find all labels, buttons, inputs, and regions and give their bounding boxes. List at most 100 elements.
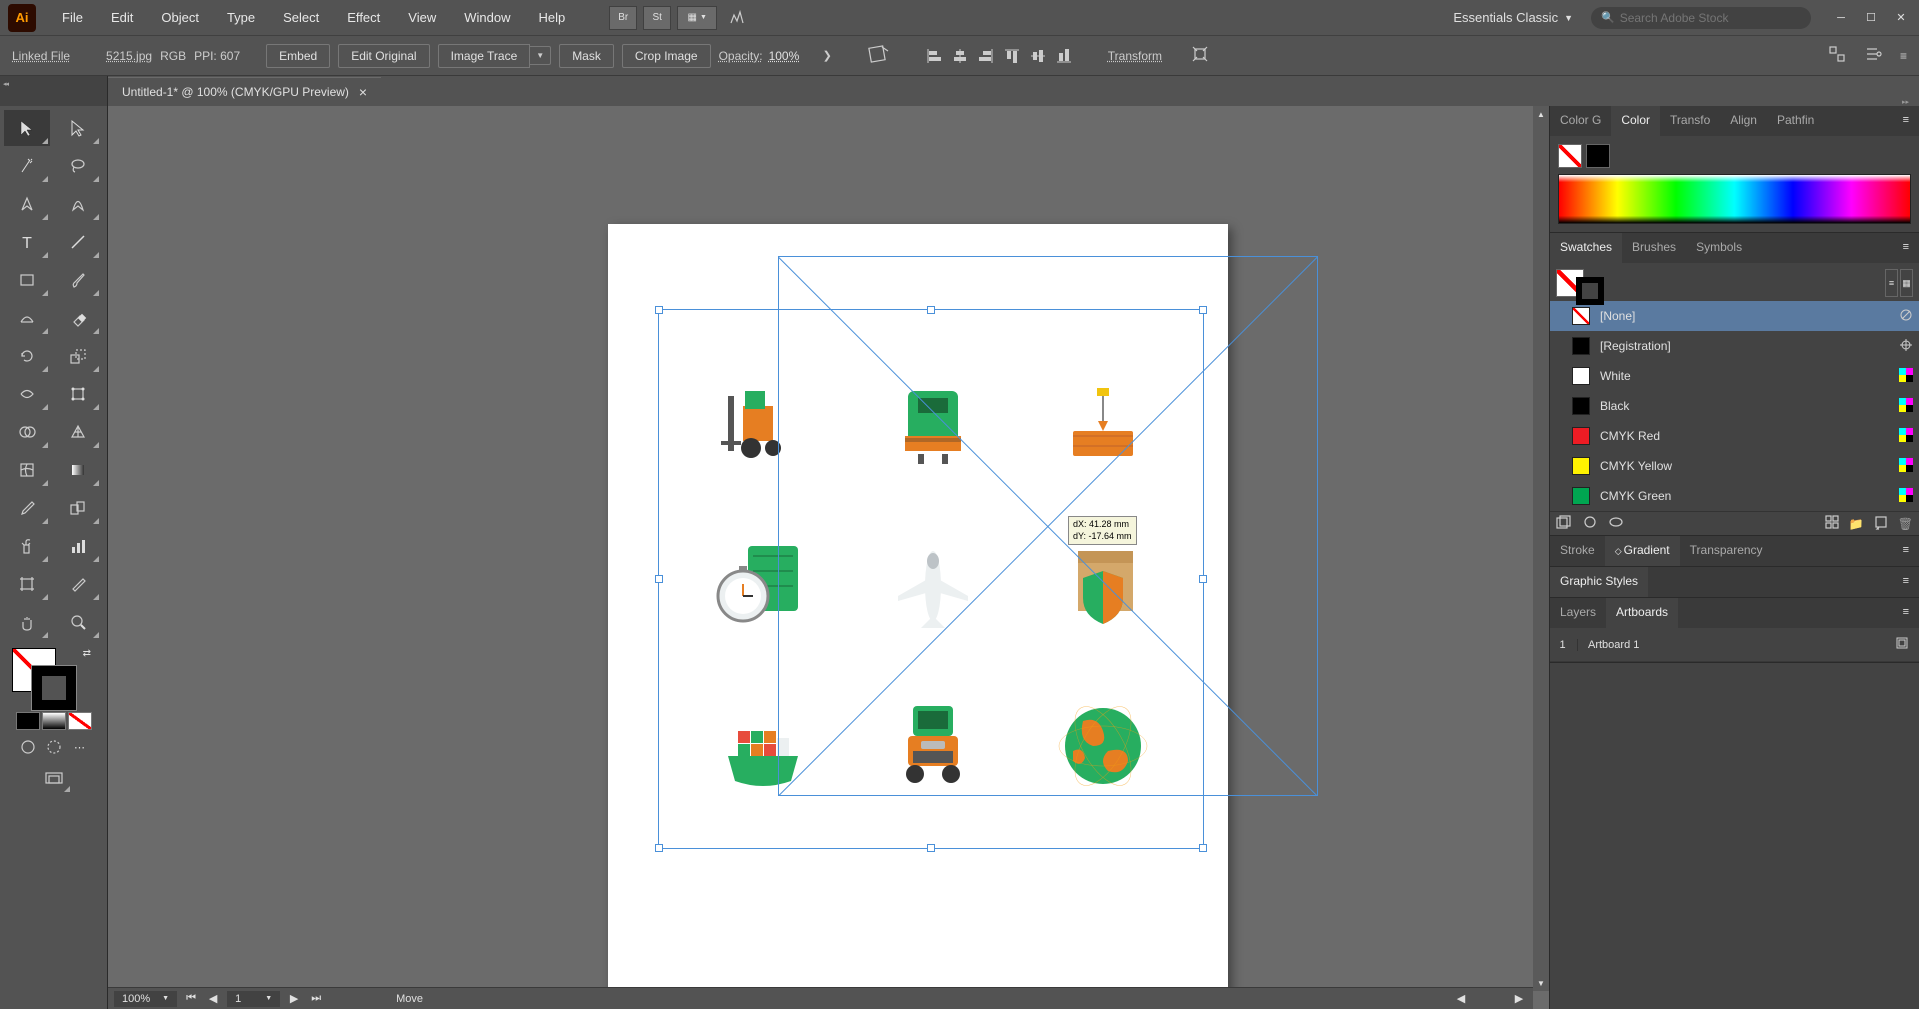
workspace-selector[interactable]: Essentials Classic ▼	[1443, 6, 1583, 29]
lasso-tool[interactable]	[55, 148, 101, 184]
menu-file[interactable]: File	[48, 4, 97, 31]
menu-effect[interactable]: Effect	[333, 4, 394, 31]
align-hcenter-icon[interactable]	[948, 44, 972, 68]
swatch-row[interactable]: White	[1550, 361, 1919, 391]
swatch-stroke-preview[interactable]	[1576, 277, 1604, 305]
rotate-tool[interactable]	[4, 338, 50, 374]
swatch-grid-view-icon[interactable]: ▦	[1900, 269, 1913, 297]
blend-tool[interactable]	[55, 490, 101, 526]
color-mode-solid[interactable]	[16, 712, 40, 730]
close-button[interactable]: ✕	[1891, 10, 1911, 26]
maximize-button[interactable]: ☐	[1861, 10, 1881, 26]
zoom-tool[interactable]	[55, 604, 101, 640]
handle-nw[interactable]	[655, 306, 663, 314]
bridge-icon[interactable]: Br	[609, 6, 637, 30]
swatch-libraries-icon[interactable]	[1556, 515, 1572, 532]
swatch-group-icon[interactable]	[1825, 515, 1839, 532]
snap-pixel-icon[interactable]	[1828, 45, 1846, 66]
line-tool[interactable]	[55, 224, 101, 260]
eyedropper-tool[interactable]	[4, 490, 50, 526]
minimize-button[interactable]: ─	[1831, 10, 1851, 26]
width-tool[interactable]	[4, 376, 50, 412]
edit-original-button[interactable]: Edit Original	[338, 44, 429, 68]
gpu-icon[interactable]	[723, 6, 751, 30]
draw-behind-icon[interactable]	[42, 736, 66, 758]
screen-mode-icon[interactable]	[36, 764, 72, 794]
last-artboard-icon[interactable]: ⏭	[308, 992, 324, 1005]
swatch-row[interactable]: [None]	[1550, 301, 1919, 331]
color-panel-menu-icon[interactable]: ≡	[1893, 106, 1919, 136]
shaper-tool[interactable]	[4, 300, 50, 336]
embed-button[interactable]: Embed	[266, 44, 330, 68]
tab-align[interactable]: Align	[1720, 106, 1767, 136]
swatch-row[interactable]: CMYK Green	[1550, 481, 1919, 511]
panels-collapse-handle[interactable]	[1549, 558, 1550, 598]
selection-tool[interactable]	[4, 110, 50, 146]
draw-normal-icon[interactable]	[16, 736, 40, 758]
linked-file-label[interactable]: Linked File	[12, 49, 70, 63]
hand-tool[interactable]	[4, 604, 50, 640]
isolate-icon[interactable]	[1190, 44, 1210, 67]
swatch-row[interactable]: [Registration]	[1550, 331, 1919, 361]
menu-edit[interactable]: Edit	[97, 4, 147, 31]
artboard-options-icon[interactable]	[1895, 636, 1911, 653]
layers-panel-menu-icon[interactable]: ≡	[1893, 598, 1919, 628]
delete-swatch-icon[interactable]: 🗑	[1898, 517, 1913, 531]
artboard-tool[interactable]	[4, 566, 50, 602]
tab-pathfinder[interactable]: Pathfin	[1767, 106, 1824, 136]
align-bottom-icon[interactable]	[1052, 44, 1076, 68]
menu-type[interactable]: Type	[213, 4, 269, 31]
swatches-panel-menu-icon[interactable]: ≡	[1893, 233, 1919, 263]
menu-help[interactable]: Help	[524, 4, 579, 31]
handle-ne[interactable]	[1199, 306, 1207, 314]
rectangle-tool[interactable]	[4, 262, 50, 298]
tab-transparency[interactable]: Transparency	[1680, 536, 1773, 566]
curvature-tool[interactable]	[55, 186, 101, 222]
swatch-row[interactable]: CMYK Yellow	[1550, 451, 1919, 481]
panel-expand-icon[interactable]: ▸▸	[1549, 98, 1919, 106]
align-top-icon[interactable]	[1000, 44, 1024, 68]
scale-tool[interactable]	[55, 338, 101, 374]
shape-builder-tool[interactable]	[4, 414, 50, 450]
tab-graphic-styles[interactable]: Graphic Styles	[1550, 567, 1648, 597]
magic-wand-tool[interactable]	[4, 148, 50, 184]
direct-selection-tool[interactable]	[55, 110, 101, 146]
tab-swatches[interactable]: Swatches	[1550, 233, 1622, 263]
color-mode-gradient[interactable]	[42, 712, 66, 730]
handle-w[interactable]	[655, 575, 663, 583]
scroll-up-icon[interactable]: ▲	[1533, 106, 1549, 122]
pen-tool[interactable]	[4, 186, 50, 222]
edit-toolbar-icon[interactable]: ⋯	[68, 736, 92, 758]
scroll-right-icon[interactable]: ▶	[1511, 992, 1527, 1005]
symbol-sprayer-tool[interactable]	[4, 528, 50, 564]
tab-color-guide[interactable]: Color G	[1550, 106, 1611, 136]
handle-n[interactable]	[927, 306, 935, 314]
canvas[interactable]: dX: 41.28 mm dY: -17.64 mm ▲ ▼ 100%▼ ⏮ ◀…	[108, 106, 1549, 1009]
mesh-tool[interactable]	[4, 452, 50, 488]
color-spectrum[interactable]	[1558, 174, 1911, 224]
arrange-documents-icon[interactable]: ▦▼	[677, 6, 717, 30]
color-mode-none[interactable]	[68, 712, 92, 730]
swap-fill-stroke-icon[interactable]: ⇄	[83, 648, 91, 659]
tab-color[interactable]: Color	[1611, 106, 1660, 136]
prev-artboard-icon[interactable]: ◀	[205, 992, 221, 1005]
transform-label[interactable]: Transform	[1108, 49, 1162, 63]
menu-view[interactable]: View	[394, 4, 450, 31]
opacity-value[interactable]: 100%	[769, 49, 817, 63]
panel-menu-icon[interactable]: ≡	[1900, 49, 1907, 63]
next-artboard-icon[interactable]: ▶	[286, 992, 302, 1005]
stroke-panel-menu-icon[interactable]: ≡	[1893, 536, 1919, 566]
document-tab[interactable]: Untitled-1* @ 100% (CMYK/GPU Preview) ×	[108, 77, 381, 106]
handle-e[interactable]	[1199, 575, 1207, 583]
scroll-left-icon[interactable]: ◀	[1453, 992, 1469, 1005]
type-tool[interactable]: T	[4, 224, 50, 260]
vertical-scrollbar[interactable]: ▲ ▼	[1533, 106, 1549, 991]
eraser-tool[interactable]	[55, 300, 101, 336]
tab-gradient[interactable]: ◇Gradient	[1605, 536, 1680, 566]
swatch-options-icon[interactable]	[1608, 515, 1624, 532]
stock-icon[interactable]: St	[643, 6, 671, 30]
free-transform-tool[interactable]	[55, 376, 101, 412]
scroll-down-icon[interactable]: ▼	[1533, 975, 1549, 991]
swatch-kind-icon[interactable]	[1582, 515, 1598, 532]
close-tab-icon[interactable]: ×	[359, 84, 367, 100]
